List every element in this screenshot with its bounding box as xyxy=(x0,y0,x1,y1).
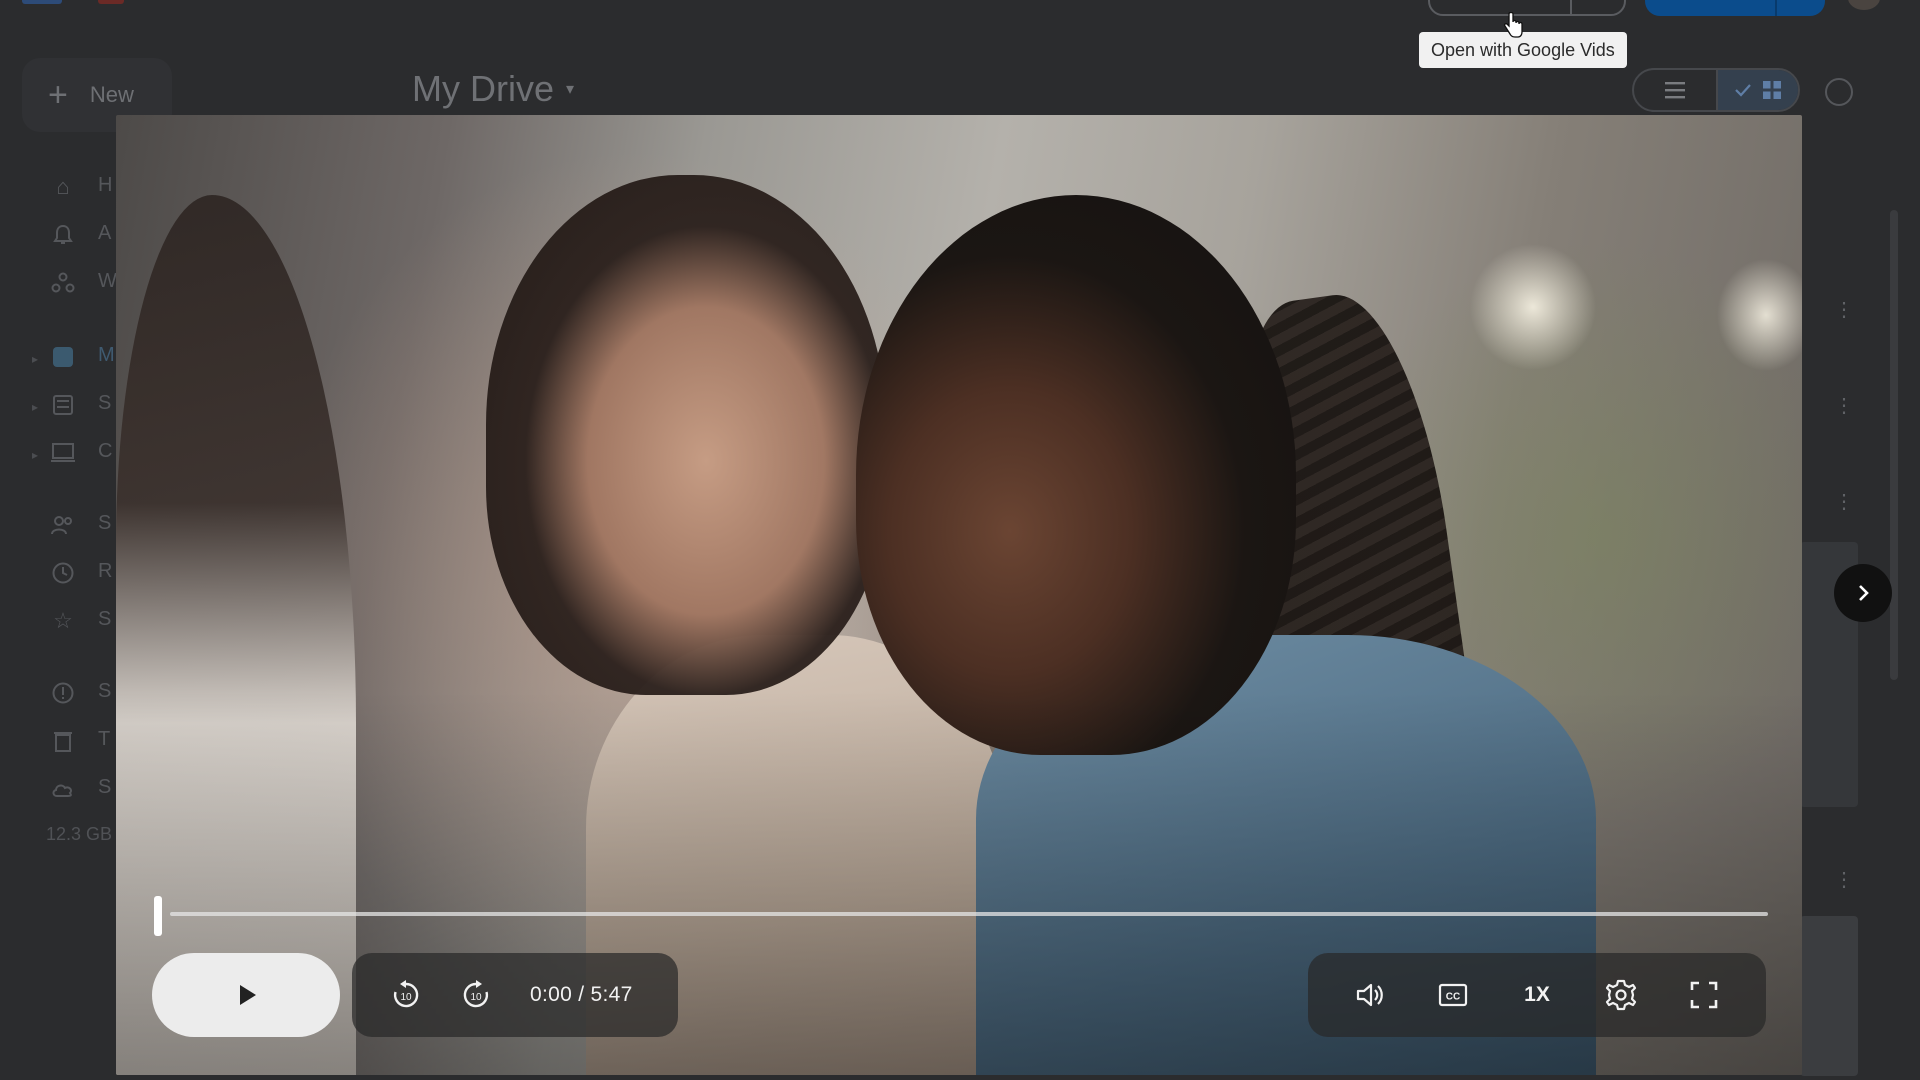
open-with-divider xyxy=(1570,0,1572,16)
closed-captions-icon[interactable]: CC xyxy=(1429,971,1477,1019)
more-options-icon[interactable]: ⋮ xyxy=(1834,870,1854,890)
shared-with-me-icon[interactable] xyxy=(50,512,76,538)
time-display: 0:00 / 5:47 xyxy=(530,983,633,1006)
scrollbar[interactable] xyxy=(1890,210,1898,680)
cloud-icon[interactable] xyxy=(50,776,76,802)
chevron-right-icon xyxy=(1859,585,1869,601)
grid-view-icon[interactable] xyxy=(1716,70,1798,110)
storage-usage: 12.3 GB xyxy=(46,824,113,844)
list-view-icon[interactable] xyxy=(1634,70,1716,110)
trash-icon[interactable] xyxy=(50,728,76,754)
sidebar-letter: S xyxy=(98,392,112,414)
share-divider xyxy=(1775,0,1777,16)
sidebar-letter: S xyxy=(98,776,112,798)
computer-icon[interactable] xyxy=(50,440,76,466)
playback-speed-button[interactable]: 1X xyxy=(1513,971,1561,1019)
spam-icon[interactable] xyxy=(50,680,76,706)
play-button[interactable] xyxy=(152,953,340,1037)
page-title-text: My Drive xyxy=(412,68,554,109)
fullscreen-icon[interactable] xyxy=(1680,971,1728,1019)
svg-text:10: 10 xyxy=(470,992,482,1003)
more-options-icon[interactable]: ⋮ xyxy=(1834,492,1854,512)
sidebar-letter: A xyxy=(98,222,112,244)
video-shade-overlay xyxy=(116,115,1802,1075)
progress-bar[interactable] xyxy=(170,912,1768,916)
svg-text:10: 10 xyxy=(400,992,412,1003)
plus-icon: + xyxy=(48,76,68,114)
expand-caret-icon[interactable]: ▸ xyxy=(32,352,38,366)
hand-cursor-icon xyxy=(1503,12,1523,38)
chevron-down-icon: ▾ xyxy=(566,81,575,98)
account-avatar[interactable] xyxy=(1848,0,1880,10)
workspace-icon[interactable] xyxy=(50,270,76,296)
my-drive-icon[interactable] xyxy=(50,344,76,370)
share-button[interactable] xyxy=(1645,0,1825,16)
playback-controls: 10 10 0:00 / 5:47 xyxy=(352,953,678,1037)
sidebar-letter: W xyxy=(98,270,117,292)
sidebar-letter: R xyxy=(98,560,113,582)
sidebar-letter: C xyxy=(98,440,113,462)
more-options-icon[interactable]: ⋮ xyxy=(1834,300,1854,320)
forward-10-icon[interactable]: 10 xyxy=(452,971,500,1019)
clock-icon[interactable] xyxy=(50,560,76,586)
sidebar-letter: S xyxy=(98,608,112,630)
bell-icon[interactable] xyxy=(50,222,76,248)
sidebar-letter: M xyxy=(98,344,115,366)
more-options-icon[interactable]: ⋮ xyxy=(1834,396,1854,416)
sidebar-letter: T xyxy=(98,728,111,750)
next-file-button[interactable] xyxy=(1834,564,1892,622)
drive-app: Open with Google Vids + New My Drive ▾ ⌂… xyxy=(0,0,1920,1080)
sidebar-letter: S xyxy=(98,680,112,702)
page-title[interactable]: My Drive ▾ xyxy=(412,68,574,110)
play-icon xyxy=(240,985,256,1005)
volume-icon[interactable] xyxy=(1346,971,1394,1019)
svg-text:CC: CC xyxy=(1446,992,1460,1003)
top-bar xyxy=(0,0,1920,40)
replay-10-icon[interactable]: 10 xyxy=(382,971,430,1019)
playback-speed-label: 1X xyxy=(1524,983,1550,1006)
expand-caret-icon[interactable]: ▸ xyxy=(32,400,38,414)
shared-drives-icon[interactable] xyxy=(50,392,76,418)
sidebar-letter: H xyxy=(98,174,113,196)
gear-icon[interactable] xyxy=(1597,971,1645,1019)
player-settings-controls: CC 1X xyxy=(1308,953,1766,1037)
app-logo-fragment-red xyxy=(98,0,124,4)
app-logo-fragment xyxy=(22,0,62,4)
video-player[interactable]: 10 10 0:00 / 5:47 CC 1X xyxy=(116,115,1802,1075)
info-icon[interactable] xyxy=(1825,78,1853,106)
sidebar-letter: S xyxy=(98,512,112,534)
file-thumbnail[interactable] xyxy=(1800,916,1858,1076)
star-icon[interactable]: ☆ xyxy=(50,608,76,634)
view-toggle[interactable] xyxy=(1632,68,1800,112)
home-icon[interactable]: ⌂ xyxy=(50,174,76,200)
new-button-label: New xyxy=(89,82,134,107)
expand-caret-icon[interactable]: ▸ xyxy=(32,448,38,462)
scrub-handle[interactable] xyxy=(154,896,162,936)
open-with-button[interactable] xyxy=(1428,0,1626,16)
